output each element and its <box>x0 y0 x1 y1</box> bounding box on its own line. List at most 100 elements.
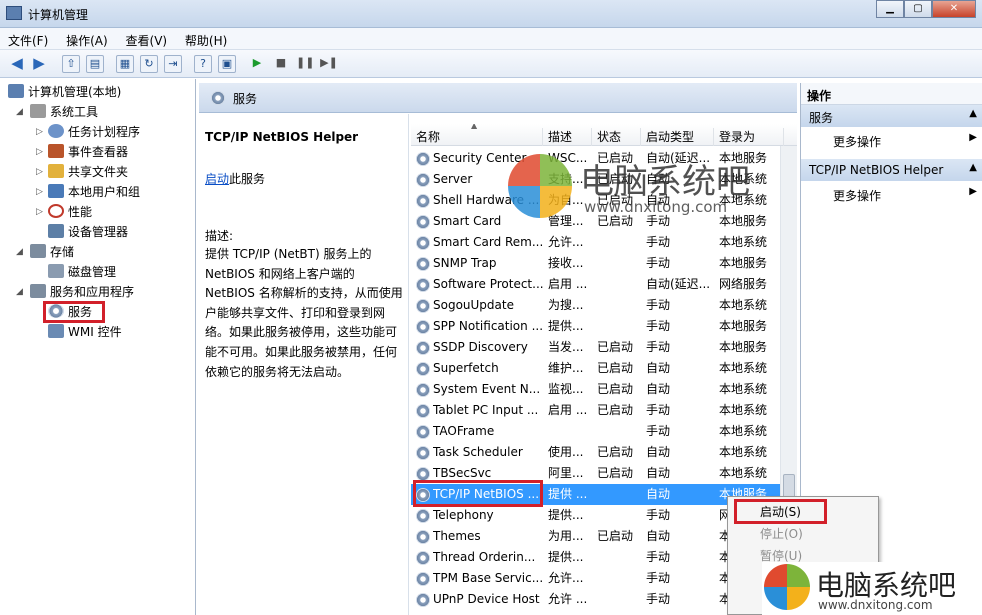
watermark-top: 电脑系统吧 www.dnxitong.com <box>508 152 798 226</box>
table-row[interactable]: SPP Notification ... 提供... 手动 本地服务 <box>411 316 783 337</box>
cell-name: SNMP Trap <box>433 256 497 270</box>
tree-item-computer-management[interactable]: 计算机管理(本地) <box>8 82 121 102</box>
table-row[interactable]: SNMP Trap 接收... 手动 本地服务 <box>411 253 783 274</box>
tree-item-services-and-applications[interactable]: ◢ 服务和应用程序 <box>16 282 134 302</box>
gear-icon <box>416 572 430 586</box>
sort-ascending-icon: ▲ <box>471 124 478 130</box>
table-row[interactable]: Superfetch 维护... 已启动 自动 本地系统 <box>411 358 783 379</box>
expanded-triangle-icon[interactable]: ◢ <box>16 242 23 262</box>
cell-status: 已启动 <box>597 529 634 543</box>
cell-start: 手动 <box>646 424 671 438</box>
cell-desc: 为搜... <box>548 298 584 312</box>
cell-desc: 提供... <box>548 319 584 333</box>
tree-item-event-viewer[interactable]: ▷ 事件查看器 <box>36 142 128 162</box>
cell-desc: 启用 ... <box>548 277 588 291</box>
maximize-button[interactable]: ▢ <box>904 0 932 18</box>
table-row[interactable]: SSDP Discovery 当发... 已启动 手动 本地服务 <box>411 337 783 358</box>
column-header-description[interactable]: 描述 <box>543 128 592 146</box>
cell-desc: 提供... <box>548 550 584 564</box>
menu-file[interactable]: 文件(F) <box>0 28 54 49</box>
tree-item-local-users-groups[interactable]: ▷ 本地用户和组 <box>36 182 140 202</box>
gear-icon <box>416 152 430 166</box>
menu-view[interactable]: 查看(V) <box>118 28 174 49</box>
tree-item-device-manager[interactable]: 设备管理器 <box>48 222 128 242</box>
tree-item-performance[interactable]: ▷ 性能 <box>36 202 92 222</box>
collapsed-triangle-icon[interactable]: ▷ <box>36 122 43 142</box>
column-header-logon-as[interactable]: 登录为 <box>714 128 784 146</box>
cell-logon: 本地系统 <box>719 403 768 417</box>
pause-service-icon[interactable]: ❚❚ <box>296 55 314 73</box>
cell-start: 自动 <box>646 529 671 543</box>
table-row[interactable]: Tablet PC Input ... 启用 ... 已启动 手动 本地系统 <box>411 400 783 421</box>
brand-logo-icon <box>508 154 572 218</box>
more-actions-tcpip[interactable]: 更多操作 ▶ <box>801 183 982 205</box>
tree-item-disk-management[interactable]: 磁盘管理 <box>48 262 116 282</box>
minimize-button[interactable]: ▁ <box>876 0 904 18</box>
menu-help[interactable]: 帮助(H) <box>177 28 233 49</box>
collapse-up-icon[interactable]: ▲ <box>969 162 977 173</box>
cell-desc: 为用... <box>548 529 584 543</box>
table-row[interactable]: Smart Card Rem... 允许... 手动 本地系统 <box>411 232 783 253</box>
expanded-triangle-icon[interactable]: ◢ <box>16 102 23 122</box>
actions-section-tcpip[interactable]: TCP/IP NetBIOS Helper ▲ <box>801 159 982 181</box>
gear-icon <box>416 173 430 187</box>
start-service-link[interactable]: 启动 <box>205 172 229 186</box>
collapse-up-icon[interactable]: ▲ <box>969 108 977 119</box>
cell-start: 手动 <box>646 403 671 417</box>
column-header-name[interactable]: 名称 <box>411 128 543 146</box>
forward-arrow-icon[interactable]: ▶ <box>30 55 48 73</box>
tree-item-wmi-control[interactable]: WMI 控件 <box>48 322 122 342</box>
table-row[interactable]: System Event N... 监视... 已启动 自动 本地系统 <box>411 379 783 400</box>
menu-action[interactable]: 操作(A) <box>58 28 114 49</box>
restart-service-icon[interactable]: ▶❚ <box>320 55 338 73</box>
cell-desc: 允许... <box>548 235 584 249</box>
context-menu-stop[interactable]: 停止(O) <box>760 525 803 542</box>
column-header-startup-type[interactable]: 启动类型 <box>641 128 714 146</box>
gear-icon <box>416 425 430 439</box>
table-row[interactable]: Software Protect... 启用 ... 自动(延迟... 网络服务 <box>411 274 783 295</box>
collapsed-triangle-icon[interactable]: ▷ <box>36 162 43 182</box>
collapsed-triangle-icon[interactable]: ▷ <box>36 142 43 162</box>
cell-logon: 本地系统 <box>719 424 768 438</box>
cell-logon: 本地系统 <box>719 298 768 312</box>
table-row[interactable]: TAOFrame 手动 本地系统 <box>411 421 783 442</box>
cell-logon: 本地服务 <box>719 256 768 270</box>
submenu-arrow-icon: ▶ <box>969 186 977 197</box>
show-hide-tree-icon[interactable]: ▤ <box>86 55 104 73</box>
navigation-tree: 计算机管理(本地) ◢ 系统工具 ▷ 任务计划程序 ▷ 事件查看器 ▷ 共享文件… <box>0 79 196 615</box>
cell-logon: 本地系统 <box>719 361 768 375</box>
window-controls: ▁ ▢ ✕ <box>876 0 976 18</box>
cell-logon: 本地系统 <box>719 466 768 480</box>
collapsed-triangle-icon[interactable]: ▷ <box>36 182 43 202</box>
tools-icon <box>30 104 46 118</box>
table-row[interactable]: Task Scheduler 使用... 已启动 自动 本地系统 <box>411 442 783 463</box>
cell-logon: 本地系统 <box>719 382 768 396</box>
cell-status: 已启动 <box>597 445 634 459</box>
cell-name: Thread Orderin... <box>433 550 536 564</box>
tree-item-storage[interactable]: ◢ 存储 <box>16 242 74 262</box>
start-service-icon[interactable]: ▶ <box>248 55 266 73</box>
cell-start: 自动 <box>646 382 671 396</box>
tree-item-shared-folders[interactable]: ▷ 共享文件夹 <box>36 162 128 182</box>
show-action-pane-icon[interactable]: ▣ <box>218 55 236 73</box>
stop-service-icon[interactable]: ■ <box>272 55 290 73</box>
column-header-status[interactable]: 状态 <box>592 128 641 146</box>
back-arrow-icon[interactable]: ◀ <box>8 55 26 73</box>
close-button[interactable]: ✕ <box>932 0 976 18</box>
collapsed-triangle-icon[interactable]: ▷ <box>36 202 43 222</box>
export-list-icon[interactable]: ⇥ <box>164 55 182 73</box>
properties-icon[interactable]: ▦ <box>116 55 134 73</box>
cell-desc: 阿里... <box>548 466 584 480</box>
tree-item-task-scheduler[interactable]: ▷ 任务计划程序 <box>36 122 140 142</box>
highlight-box-start-menu <box>734 499 827 524</box>
more-actions-services[interactable]: 更多操作 ▶ <box>801 129 982 151</box>
cell-logon: 本地系统 <box>719 445 768 459</box>
tree-item-system-tools[interactable]: ◢ 系统工具 <box>16 102 98 122</box>
actions-section-services[interactable]: 服务 ▲ <box>801 105 982 127</box>
up-folder-icon[interactable]: ⇧ <box>62 55 80 73</box>
expanded-triangle-icon[interactable]: ◢ <box>16 282 23 302</box>
refresh-icon[interactable]: ↻ <box>140 55 158 73</box>
cell-status: 已启动 <box>597 382 634 396</box>
help-icon[interactable]: ? <box>194 55 212 73</box>
table-row[interactable]: SogouUpdate 为搜... 手动 本地系统 <box>411 295 783 316</box>
